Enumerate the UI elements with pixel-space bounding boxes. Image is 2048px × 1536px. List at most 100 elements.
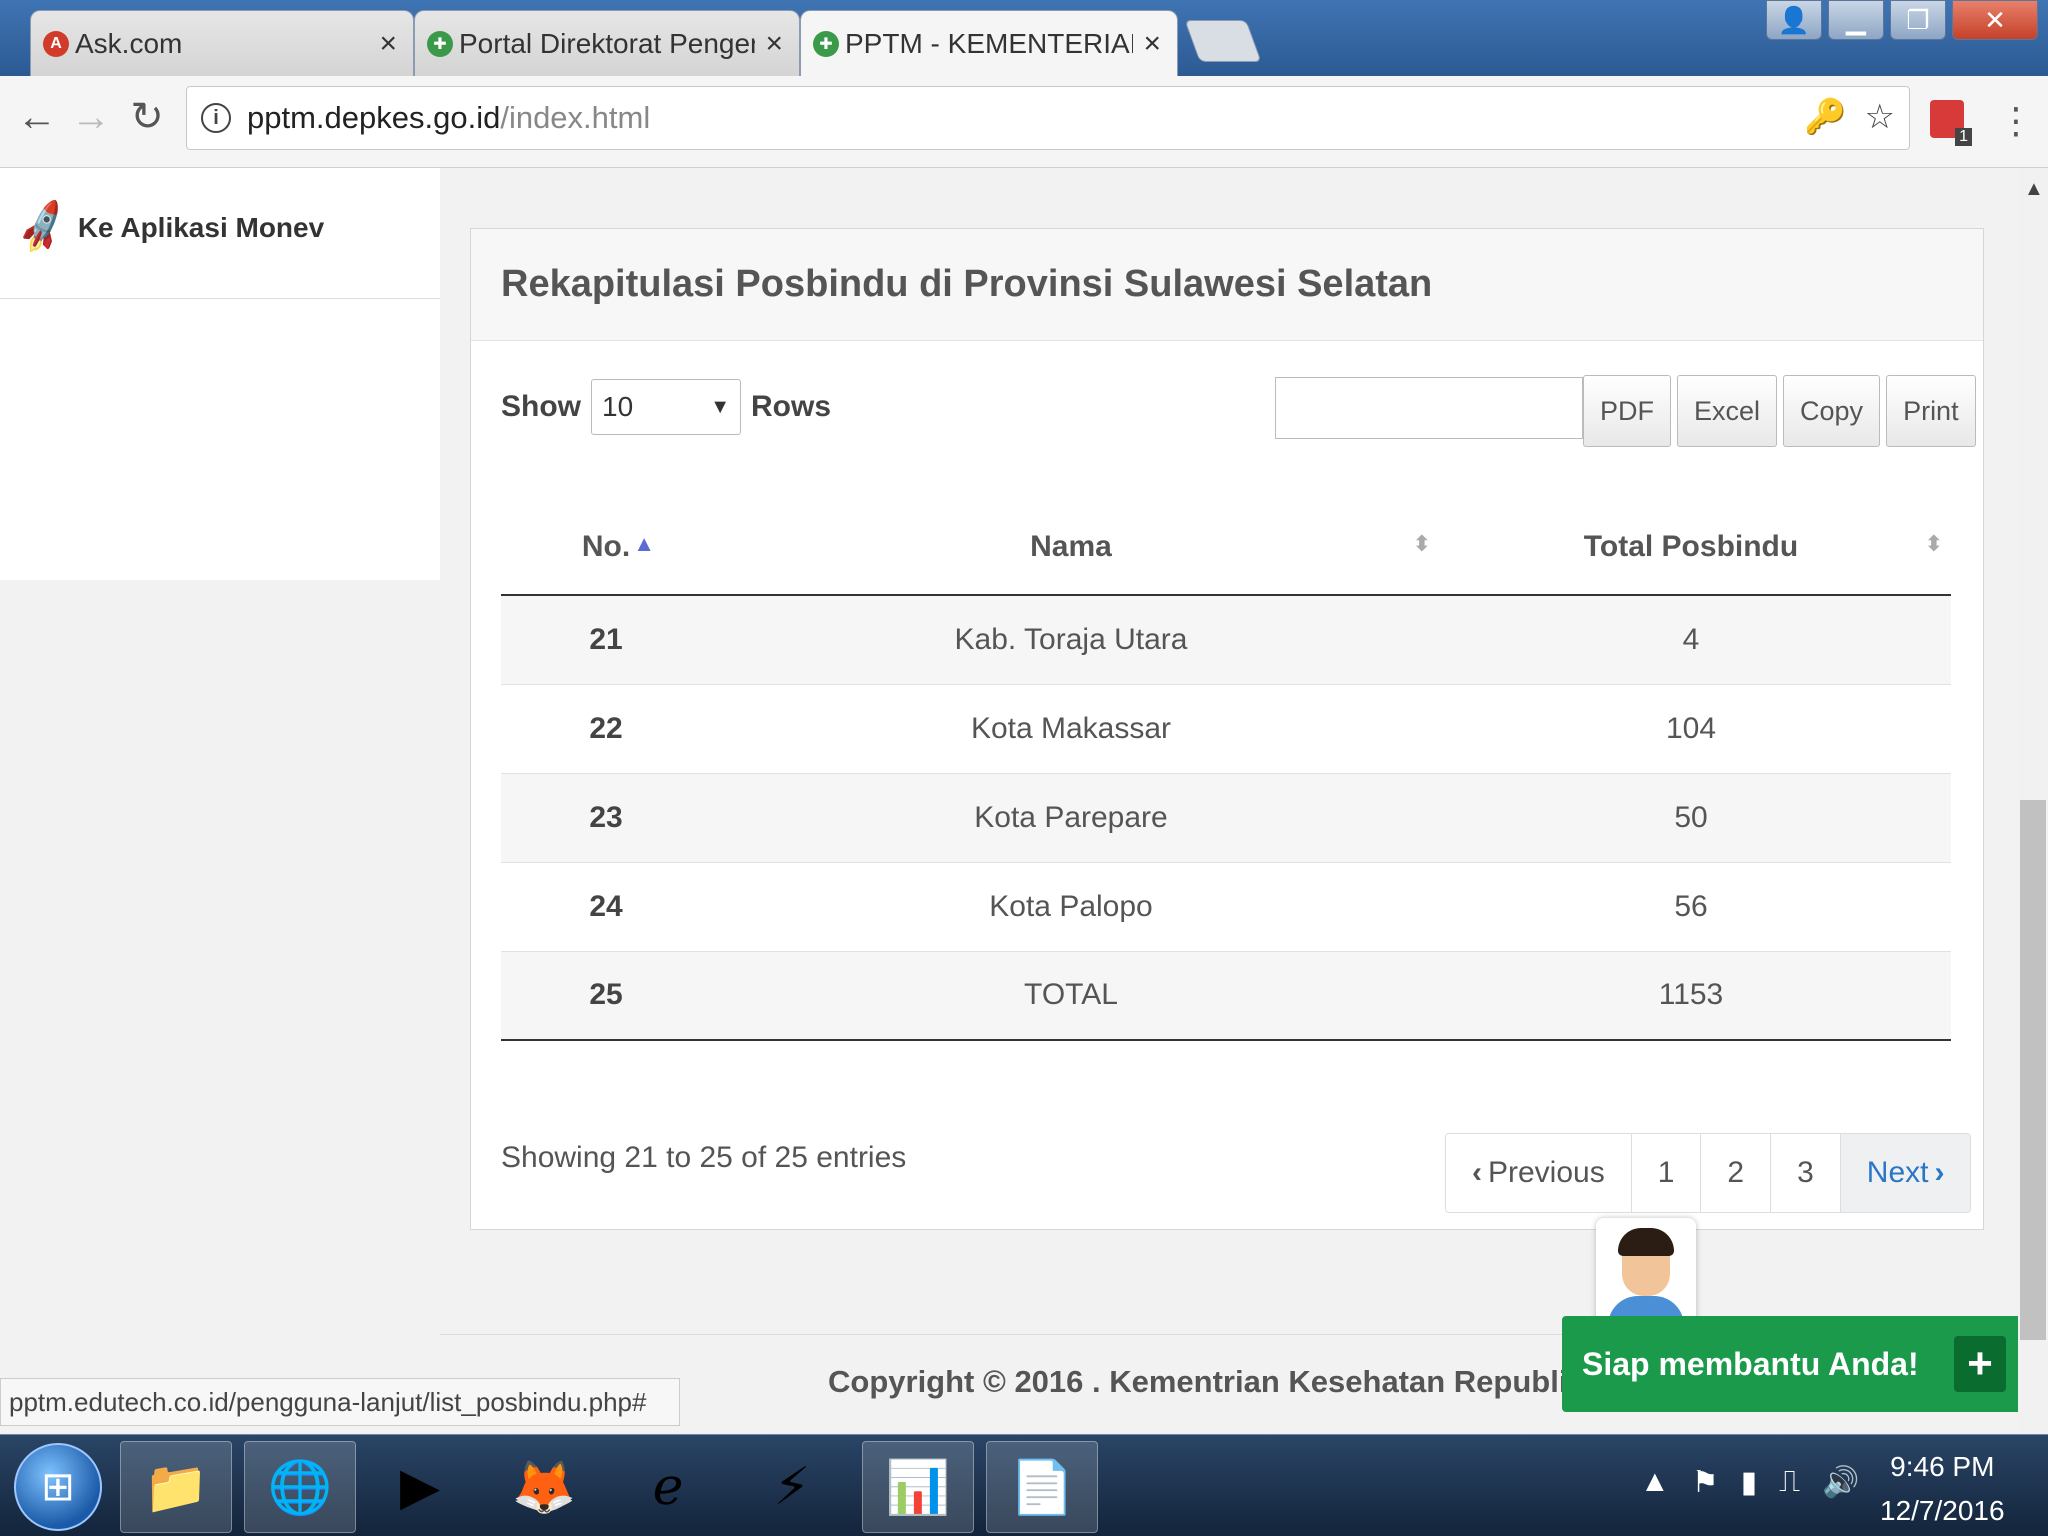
back-arrow-icon[interactable]: ←	[12, 92, 62, 142]
cell-nama: TOTAL	[711, 951, 1431, 1041]
cell-total: 104	[1431, 684, 1951, 774]
print-button[interactable]: Print	[1886, 375, 1976, 447]
chevron-right-icon: ›	[1934, 1156, 1945, 1189]
tab-portal[interactable]: ✚ Portal Direktorat Penger ×	[414, 10, 800, 76]
firefox-icon[interactable]: 🦊	[488, 1441, 600, 1533]
table-row: 22 Kota Makassar 104	[501, 684, 1951, 774]
pdf-button[interactable]: PDF	[1583, 375, 1671, 447]
address-bar[interactable]: i pptm.depkes.go.id/index.html 🔑 ☆	[186, 86, 1910, 150]
show-label: Show	[501, 390, 581, 423]
reload-icon[interactable]: ↻	[122, 92, 172, 142]
table-row: 24 Kota Palopo 56	[501, 862, 1951, 952]
rows-label: Rows	[751, 390, 832, 423]
column-header-total[interactable]: Total Posbindu ⬍	[1431, 499, 1951, 596]
cell-nama: Kab. Toraja Utara	[711, 595, 1431, 685]
new-tab-button[interactable]	[1184, 20, 1262, 62]
cell-nama: Kota Palopo	[711, 862, 1431, 952]
page-3-button[interactable]: 3	[1771, 1134, 1841, 1212]
rows-control: Show 10 ▼ Rows	[501, 379, 831, 435]
plus-icon[interactable]: +	[1954, 1336, 2006, 1392]
rows-select[interactable]: 10 ▼	[591, 379, 741, 435]
sidebar-link-monev[interactable]: 🚀 Ke Aplikasi Monev	[12, 199, 325, 257]
table-row: 23 Kota Parepare 50	[501, 773, 1951, 863]
status-bar-url: pptm.edutech.co.id/pengguna-lanjut/list_…	[0, 1378, 680, 1426]
cell-total: 4	[1431, 595, 1951, 685]
rows-select-value: 10	[602, 391, 634, 422]
url-host: pptm.depkes.go.id	[247, 100, 501, 135]
extension-badge: 1	[1955, 128, 1972, 146]
minimize-button[interactable]: ▁	[1828, 0, 1884, 40]
page-1-button[interactable]: 1	[1631, 1134, 1702, 1212]
posbindu-table: No. ▲ Nama ⬍ Total Posbindu ⬍ 21 Kab. To…	[501, 499, 1951, 1041]
sidebar-divider	[0, 298, 440, 299]
action-center-flag-icon[interactable]: ⚑	[1692, 1465, 1719, 1500]
powerpoint-icon[interactable]: 📊	[862, 1441, 974, 1533]
key-icon[interactable]: 🔑	[1804, 97, 1846, 137]
excel-button[interactable]: Excel	[1677, 375, 1778, 447]
previous-label: Previous	[1488, 1156, 1605, 1189]
extension-icon[interactable]: 1	[1930, 100, 1972, 146]
scrollbar-thumb[interactable]	[2020, 800, 2046, 1340]
column-header-nama[interactable]: Nama ⬍	[711, 499, 1431, 596]
sort-icon: ⬍	[1412, 531, 1431, 556]
copy-button[interactable]: Copy	[1783, 375, 1881, 447]
tab-pptm[interactable]: ✚ PPTM - KEMENTERIAN K ×	[800, 10, 1178, 76]
network-icon[interactable]: ⎍	[1779, 1465, 1800, 1500]
previous-button[interactable]: ‹ Previous	[1446, 1134, 1632, 1212]
tab-title: PPTM - KEMENTERIAN K	[845, 27, 1134, 59]
ask-icon: A	[43, 31, 69, 57]
pdf-reader-icon[interactable]: 📄	[986, 1441, 1098, 1533]
taskbar-clock[interactable]: 9:46 PM 12/7/2016	[1880, 1445, 2005, 1533]
tab-ask[interactable]: A Ask.com ×	[30, 10, 414, 76]
cell-total: 1153	[1431, 951, 1951, 1041]
cell-no: 22	[501, 684, 711, 774]
file-explorer-icon[interactable]: 📁	[120, 1441, 232, 1533]
tab-title: Portal Direktorat Penger	[459, 27, 756, 59]
volume-icon[interactable]: 🔊	[1822, 1465, 1859, 1500]
pagination: ‹ Previous 1 2 3 Next ›	[1445, 1133, 1972, 1213]
battery-icon[interactable]: ▮	[1741, 1465, 1758, 1500]
page-content: 🚀 Ke Aplikasi Monev Rekapitulasi Posbind…	[0, 168, 2048, 1434]
media-player-icon[interactable]: ▶	[364, 1441, 476, 1533]
sort-asc-icon: ▲	[633, 531, 655, 556]
cell-nama: Kota Makassar	[711, 684, 1431, 774]
page-2-button[interactable]: 2	[1701, 1134, 1772, 1212]
user-icon[interactable]: 👤	[1766, 0, 1822, 40]
forward-arrow-icon[interactable]: →	[66, 92, 116, 142]
info-icon[interactable]: i	[201, 103, 231, 133]
start-button[interactable]: ⊞	[14, 1443, 102, 1531]
restore-button[interactable]: ❐	[1890, 0, 1946, 40]
column-header-no[interactable]: No. ▲	[501, 499, 711, 596]
search-input[interactable]	[1275, 377, 1583, 439]
close-window-button[interactable]: ✕	[1952, 0, 2038, 40]
close-icon[interactable]: ×	[379, 27, 397, 61]
bookmark-star-icon[interactable]: ☆	[1865, 97, 1895, 137]
next-button[interactable]: Next ›	[1840, 1134, 1971, 1212]
windows-taskbar: ⊞ 📁 🌐 ▶ 🦊 ℯ ⚡ 📊 📄 ▲ ⚑ ▮ ⎍ 🔊 9:46 PM 12/7…	[0, 1434, 2048, 1536]
sort-icon: ⬍	[1924, 531, 1943, 556]
site-favicon-icon: ✚	[813, 31, 839, 57]
sidebar-link-label: Ke Aplikasi Monev	[77, 211, 325, 243]
chat-widget[interactable]: Siap membantu Anda! +	[1562, 1316, 2026, 1412]
browser-tab-bar: A Ask.com × ✚ Portal Direktorat Penger ×…	[0, 0, 2048, 76]
table-info: Showing 21 to 25 of 25 entries	[501, 1141, 907, 1174]
url-path: /index.html	[500, 100, 651, 135]
caret-down-icon: ▼	[710, 395, 730, 418]
table-row: 21 Kab. Toraja Utara 4	[501, 595, 1951, 685]
tray-expand-icon[interactable]: ▲	[1640, 1465, 1670, 1500]
site-favicon-icon: ✚	[427, 31, 453, 57]
close-icon[interactable]: ×	[765, 27, 783, 61]
chevron-left-icon: ‹	[1472, 1156, 1482, 1189]
posbindu-panel: Rekapitulasi Posbindu di Provinsi Sulawe…	[470, 228, 1984, 1230]
scroll-up-arrow-icon[interactable]: ▲	[2024, 178, 2044, 201]
cell-no: 25	[501, 951, 711, 1041]
cell-no: 24	[501, 862, 711, 952]
menu-dots-icon[interactable]: ⋮	[1998, 100, 2034, 142]
cell-nama: Kota Parepare	[711, 773, 1431, 863]
winamp-icon[interactable]: ⚡	[736, 1441, 848, 1533]
internet-explorer-icon[interactable]: ℯ	[612, 1441, 724, 1533]
close-icon[interactable]: ×	[1143, 27, 1161, 61]
chrome-icon[interactable]: 🌐	[244, 1441, 356, 1533]
header-label: Total Posbindu	[1583, 529, 1799, 563]
avatar-hair	[1618, 1228, 1674, 1256]
